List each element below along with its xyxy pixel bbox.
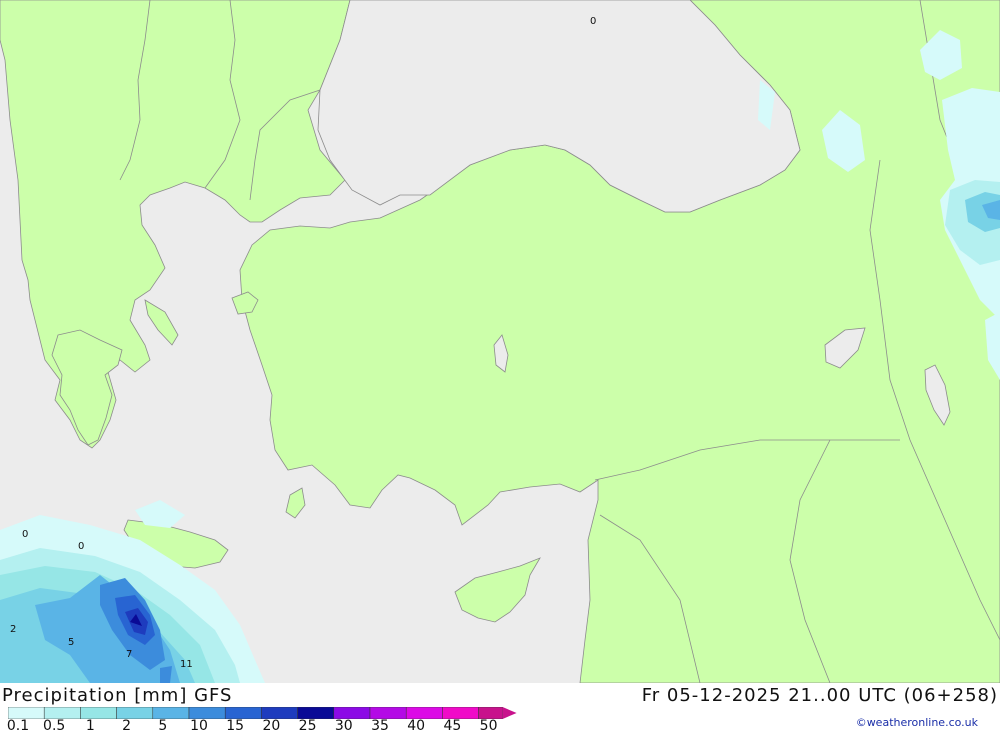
- legend-label: 20: [262, 718, 281, 734]
- legend-arrow: [502, 707, 517, 719]
- legend-label: 2: [122, 718, 132, 734]
- legend-label: 15: [226, 718, 245, 734]
- legend-label: 25: [298, 718, 317, 734]
- contour-label-0-c: 0: [78, 541, 84, 552]
- legend-label: 45: [443, 718, 462, 734]
- legend-label: 35: [371, 718, 389, 734]
- precipitation-map: 0 0 0 2 5 7 11: [0, 0, 1000, 684]
- footer: Precipitation [mm] GFS Fr 05-12-2025 21.…: [0, 683, 1000, 734]
- legend-label: 5: [158, 718, 168, 734]
- legend-label: 0.1: [6, 718, 30, 734]
- contour-label-7: 7: [126, 649, 132, 660]
- precip-sw-10: [160, 666, 172, 683]
- legend-label: 1: [85, 718, 95, 734]
- legend-label: 10: [190, 718, 208, 734]
- contour-label-5: 5: [68, 637, 74, 648]
- contour-label-2: 2: [10, 624, 16, 635]
- valid-time: Fr 05-12-2025 21..00 UTC (06+258): [641, 685, 998, 706]
- contour-label-0-a: 0: [590, 16, 596, 27]
- legend-label: 50: [479, 718, 498, 734]
- map-title: Precipitation [mm] GFS: [2, 685, 233, 706]
- legend-label: 30: [334, 718, 353, 734]
- contour-label-11: 11: [180, 659, 193, 670]
- credit-link[interactable]: ©weatheronline.co.uk: [856, 716, 978, 729]
- legend-label: 40: [407, 718, 426, 734]
- legend-label: 0.5: [43, 718, 66, 734]
- contour-label-0-b: 0: [22, 529, 28, 540]
